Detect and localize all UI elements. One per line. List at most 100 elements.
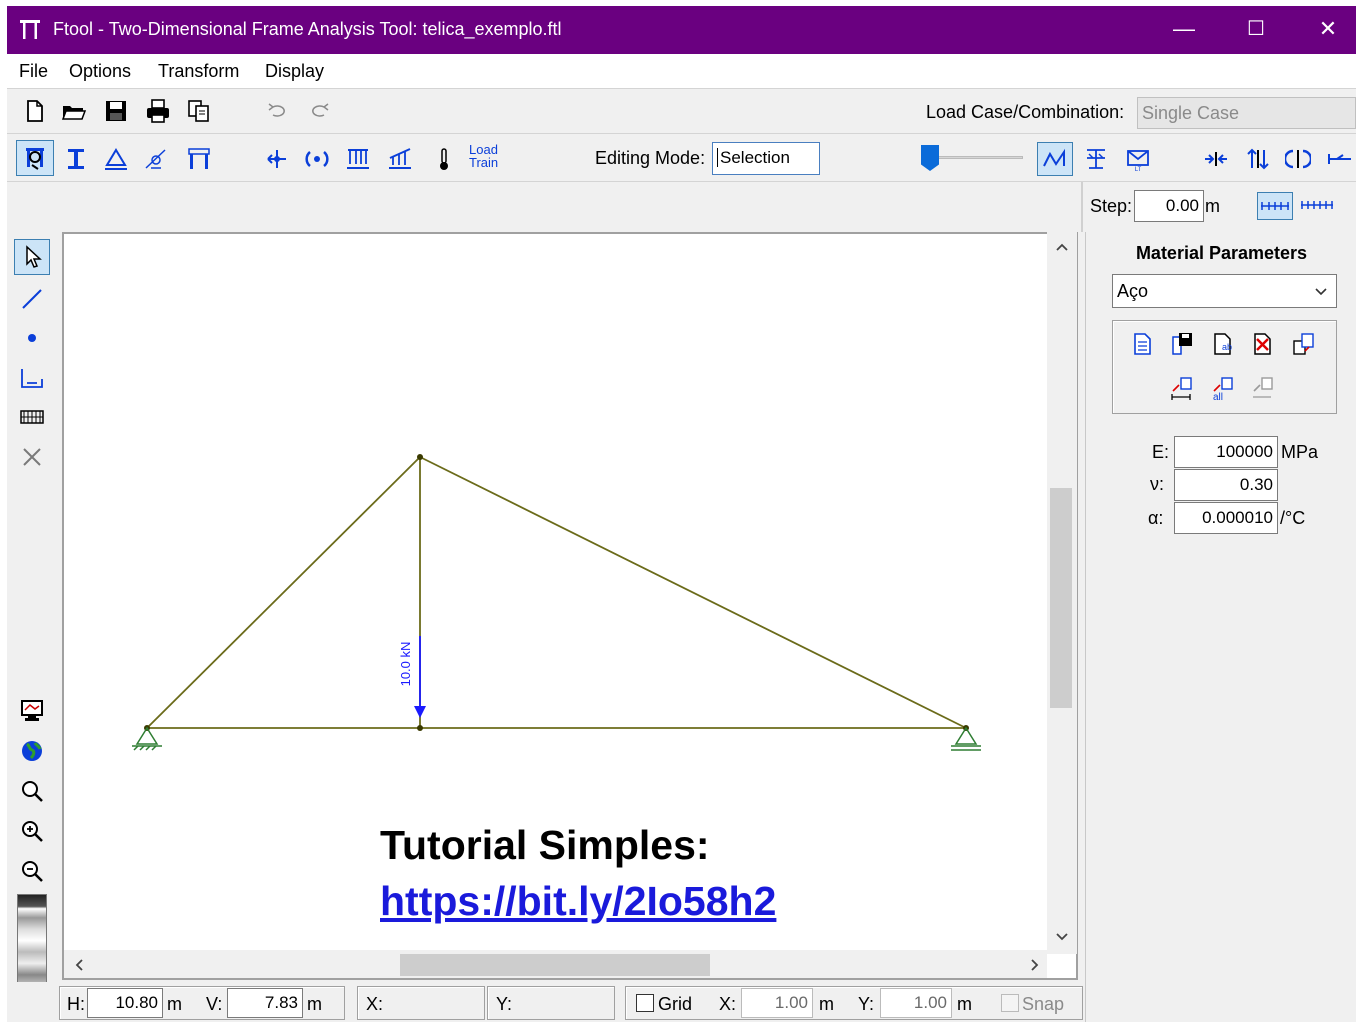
scroll-left-icon[interactable] — [74, 958, 84, 972]
zoom-out-icon[interactable] — [19, 858, 45, 884]
menu-options[interactable]: Options — [69, 61, 131, 82]
print-icon[interactable] — [145, 98, 171, 124]
grid-keyboard-icon[interactable] — [19, 404, 45, 430]
load-case-select[interactable]: Single Case — [1137, 97, 1356, 129]
scroll-right-icon[interactable] — [1030, 958, 1040, 972]
grid-y-value: 1.00 — [913, 993, 947, 1012]
save-icon[interactable] — [103, 98, 129, 124]
remove-material-icon[interactable] — [1250, 375, 1276, 401]
new-file-icon[interactable] — [21, 98, 47, 124]
left-toolbar — [7, 232, 57, 1022]
scroll-up-icon[interactable] — [1055, 242, 1069, 252]
redo-icon[interactable] — [306, 98, 332, 124]
frame-portal-icon[interactable] — [186, 146, 212, 172]
nu-input[interactable]: 0.30 — [1174, 469, 1278, 501]
menu-file[interactable]: File — [19, 61, 48, 82]
alpha-input[interactable]: 0.000010 — [1174, 502, 1278, 534]
node-top[interactable] — [417, 454, 423, 460]
envelope-icon[interactable]: LT — [1125, 146, 1151, 172]
grid-checkbox[interactable] — [636, 994, 654, 1012]
title-bar: Ftool - Two-Dimensional Frame Analysis T… — [7, 6, 1356, 54]
menu-transform[interactable]: Transform — [158, 61, 239, 82]
minimize-button[interactable]: — — [1148, 6, 1220, 54]
cursor-y-label: Y: — [496, 994, 513, 1014]
maximize-button[interactable]: ☐ — [1220, 6, 1292, 54]
deformation-slider-thumb[interactable] — [921, 145, 939, 171]
dimension-tool-icon[interactable] — [19, 365, 45, 391]
new-material-icon[interactable] — [1129, 331, 1155, 357]
monitor-icon[interactable] — [19, 698, 45, 724]
ruler-fine-button[interactable] — [1257, 192, 1293, 220]
deformation-icon — [1043, 148, 1065, 167]
select-tool-button[interactable] — [14, 239, 50, 275]
editing-mode-value: Selection — [717, 148, 790, 167]
zoom-icon[interactable] — [19, 778, 45, 804]
menu-display[interactable]: Display — [265, 61, 324, 82]
member-left-diagonal[interactable] — [146, 456, 421, 729]
snap-checkbox[interactable] — [1001, 994, 1019, 1012]
grid-x-input[interactable]: 1.00 — [741, 988, 813, 1018]
drawing-canvas[interactable]: 10.0 kN Tutorial Simples: https://bit.ly… — [62, 232, 1078, 980]
e-unit: MPa — [1281, 442, 1319, 462]
diagram-button[interactable] — [1037, 142, 1073, 176]
linear-load-icon[interactable] — [387, 146, 413, 172]
globe-icon[interactable] — [19, 738, 45, 764]
influence-line-icon[interactable] — [1327, 146, 1353, 172]
delete-tool-icon[interactable] — [19, 444, 45, 470]
open-folder-icon[interactable] — [61, 98, 87, 124]
moment-load-icon[interactable] — [304, 146, 330, 172]
apply-material-icon[interactable] — [1169, 375, 1195, 401]
app-icon — [20, 20, 40, 39]
material-selected: Aço — [1117, 281, 1149, 301]
zoom-in-icon[interactable] — [19, 818, 45, 844]
material-panel: Material Parameters Aço ab all E: 100000… — [1085, 232, 1356, 1022]
h-label: H: — [67, 994, 85, 1014]
load-case-value: Single Case — [1142, 103, 1240, 123]
node-tool-icon[interactable] — [19, 325, 45, 351]
vertical-scroll-thumb[interactable] — [1050, 488, 1072, 708]
section-i-icon[interactable] — [63, 146, 89, 172]
apply-all-material-icon[interactable]: all — [1210, 375, 1236, 401]
horizontal-scroll-thumb[interactable] — [400, 954, 710, 976]
thermal-load-icon[interactable] — [431, 146, 457, 172]
copy-material-icon[interactable] — [1291, 331, 1317, 357]
undo-icon[interactable] — [265, 98, 291, 124]
node-bottom-mid[interactable] — [417, 725, 423, 731]
nodal-load-icon[interactable] — [264, 146, 290, 172]
material-panel-title: Material Parameters — [1135, 243, 1308, 263]
uniform-load-icon[interactable] — [345, 146, 371, 172]
grid-y-unit: m — [957, 994, 972, 1014]
results-icon[interactable] — [1083, 146, 1109, 172]
bending-moment-icon[interactable] — [1285, 146, 1311, 172]
scroll-down-icon[interactable] — [1055, 932, 1069, 942]
rename-material-icon[interactable]: ab — [1210, 331, 1236, 357]
horizontal-scrollbar[interactable] — [64, 950, 1047, 978]
step-input[interactable]: 0.00 — [1134, 190, 1204, 222]
h-input[interactable]: 10.80 — [87, 988, 163, 1018]
close-button[interactable]: ✕ — [1292, 6, 1356, 54]
vertical-scrollbar[interactable] — [1047, 232, 1077, 954]
material-select[interactable]: Aço — [1112, 274, 1337, 308]
shear-force-icon[interactable] — [1245, 146, 1271, 172]
spring-icon[interactable] — [143, 146, 169, 172]
tutorial-link[interactable]: https://bit.ly/2Io58h2 — [380, 878, 776, 925]
tutorial-heading: Tutorial Simples: — [380, 822, 710, 868]
e-input[interactable]: 100000 — [1174, 436, 1278, 468]
load-train-button[interactable]: Load Train — [469, 143, 498, 169]
editing-mode-field[interactable]: Selection — [712, 142, 820, 175]
pan-mode-button[interactable] — [16, 140, 54, 176]
support-icon[interactable] — [103, 146, 129, 172]
axial-force-icon[interactable] — [1203, 146, 1229, 172]
ruler-coarse-icon[interactable] — [1301, 198, 1333, 212]
member-right-diagonal[interactable] — [419, 456, 967, 729]
v-input[interactable]: 7.83 — [227, 988, 303, 1018]
delete-material-icon[interactable] — [1250, 331, 1276, 357]
grid-y-label: Y: — [858, 994, 875, 1014]
grid-y-input[interactable]: 1.00 — [880, 988, 952, 1018]
copy-icon[interactable] — [186, 98, 212, 124]
e-label: E: — [1152, 442, 1170, 462]
save-material-icon[interactable] — [1169, 331, 1195, 357]
line-tool-icon[interactable] — [19, 286, 45, 312]
v-label: V: — [206, 994, 223, 1014]
editing-mode-label: Editing Mode: — [595, 148, 706, 168]
